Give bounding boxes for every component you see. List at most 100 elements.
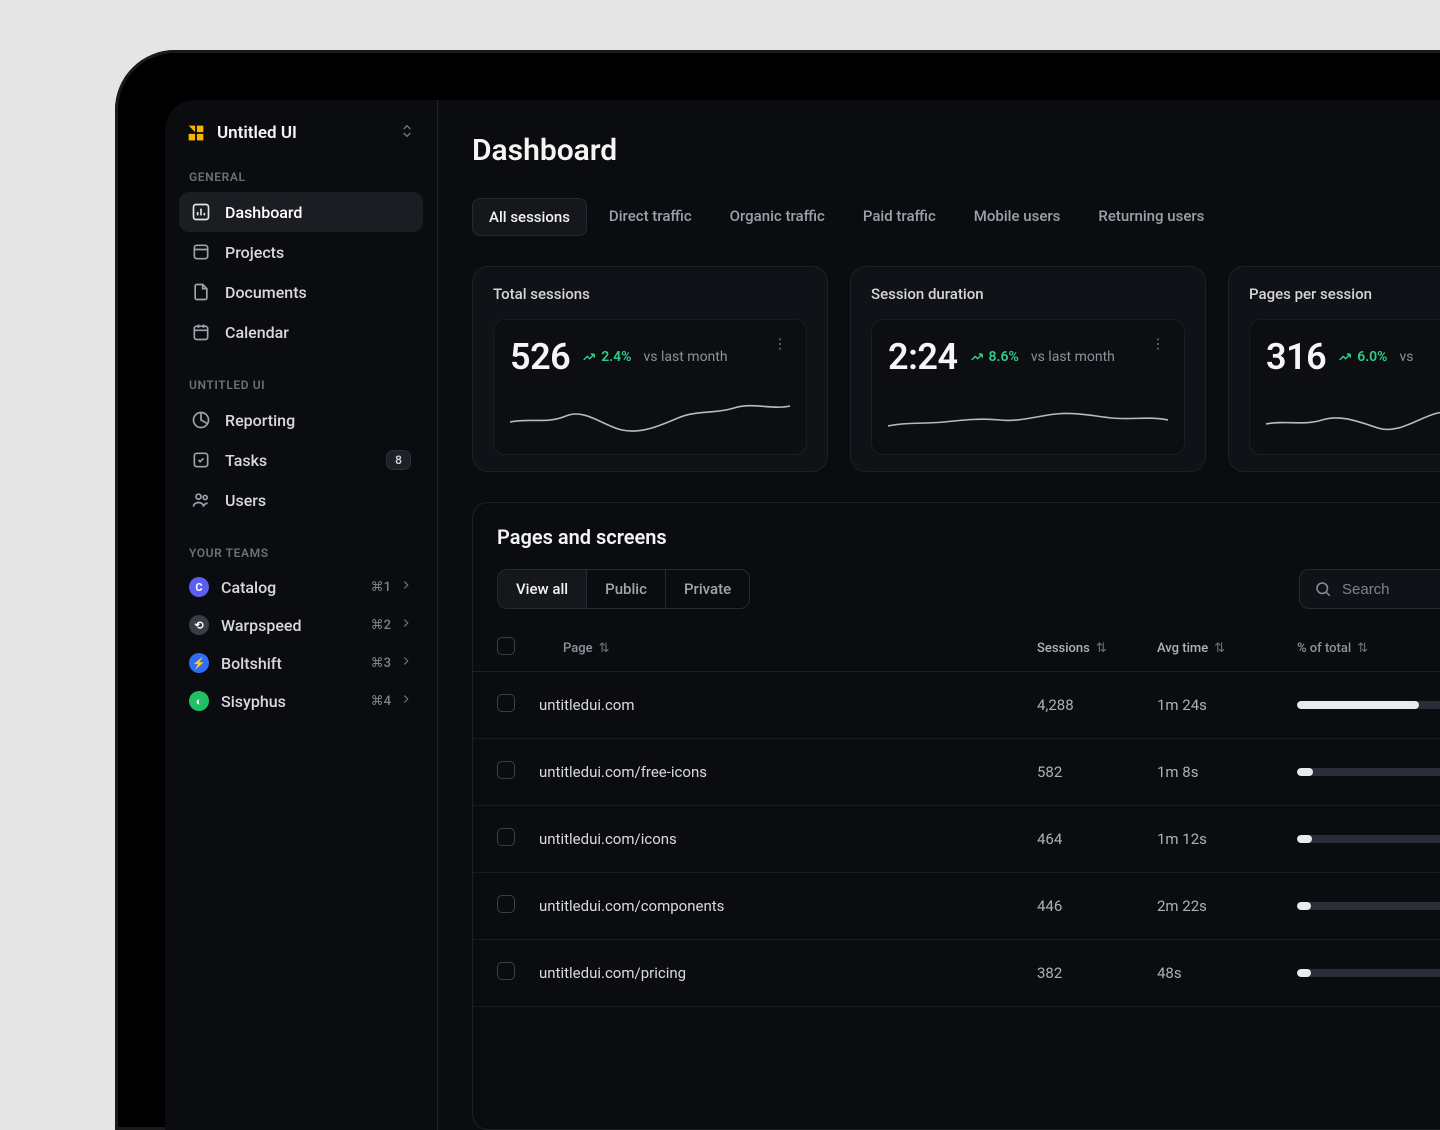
sidebar-item-users[interactable]: Users (179, 480, 423, 520)
avg-time-value: 1m 8s (1133, 739, 1273, 806)
stat-delta: 2.4% (582, 349, 631, 365)
avg-time-value: 48s (1133, 940, 1273, 1007)
pages-table: Page⇅ Sessions⇅ Avg time⇅ % of total⇅ un… (473, 625, 1440, 1007)
card-title: Pages per session (1249, 285, 1440, 303)
sessions-value: 464 (1013, 806, 1133, 873)
session-filter-tabs: All sessionsDirect trafficOrganic traffi… (472, 198, 1440, 236)
filter-view-all[interactable]: View all (498, 570, 587, 608)
team-logo-icon: C (189, 577, 209, 597)
device-frame: Untitled UI GENERAL Dashboard Projects (115, 50, 1440, 1130)
brand[interactable]: Untitled UI (185, 122, 297, 144)
page-title: Dashboard (472, 133, 617, 168)
pct-bar (1297, 835, 1440, 843)
tab-paid-traffic[interactable]: Paid traffic (847, 198, 952, 236)
team-item-boltshift[interactable]: ⚡ Boltshift ⌘3 (179, 644, 423, 682)
card-title: Total sessions (493, 285, 807, 303)
pct-bar (1297, 701, 1440, 709)
filter-private[interactable]: Private (666, 570, 749, 608)
sidebar-item-label: Calendar (225, 323, 289, 342)
column-header-page[interactable]: Page⇅ (539, 625, 1013, 672)
row-checkbox[interactable] (497, 694, 515, 712)
card-menu-icon[interactable] (768, 332, 792, 360)
stat-value: 316 (1266, 336, 1326, 378)
panel-title: Pages and screens (473, 525, 1440, 549)
page-url: untitledui.com (539, 696, 635, 714)
sidebar-item-projects[interactable]: Projects (179, 232, 423, 272)
sparkline-chart (888, 396, 1168, 440)
search-icon (1314, 580, 1332, 598)
sidebar-item-calendar[interactable]: Calendar (179, 312, 423, 352)
sidebar: Untitled UI GENERAL Dashboard Projects (165, 100, 438, 1130)
sidebar-item-tasks[interactable]: Tasks 8 (179, 440, 423, 480)
table-row[interactable]: untitledui.com/pricing 382 48s 7.0% (473, 940, 1440, 1007)
avg-time-value: 1m 12s (1133, 806, 1273, 873)
column-header-pct[interactable]: % of total⇅ (1273, 625, 1440, 672)
sidebar-item-label: Dashboard (225, 203, 302, 222)
row-checkbox[interactable] (497, 895, 515, 913)
tab-direct-traffic[interactable]: Direct traffic (593, 198, 708, 236)
table-row[interactable]: untitledui.com/free-icons 582 1m 8s 8.2% (473, 739, 1440, 806)
page-url: untitledui.com/free-icons (539, 763, 707, 781)
chevron-right-icon (399, 692, 413, 710)
stat-value: 2:24 (888, 336, 958, 378)
row-checkbox[interactable] (497, 761, 515, 779)
select-all-checkbox[interactable] (497, 637, 515, 655)
card-menu-icon[interactable] (1146, 332, 1170, 360)
sidebar-item-reporting[interactable]: Reporting (179, 400, 423, 440)
stat-cards: Total sessions 526 2.4% vs last month Se… (472, 266, 1440, 472)
trend-up-icon (970, 350, 984, 364)
team-label: Catalog (221, 578, 276, 597)
stat-card-pages-per-session: Pages per session 316 6.0% vs (1228, 266, 1440, 472)
filter-public[interactable]: Public (587, 570, 666, 608)
section-label: UNTITLED UI (179, 378, 423, 392)
pct-bar (1297, 902, 1440, 910)
sessions-value: 382 (1013, 940, 1133, 1007)
search-field[interactable] (1299, 569, 1440, 609)
stat-delta: 8.6% (970, 349, 1019, 365)
table-row[interactable]: untitledui.com/components 446 2m 22s 7.2… (473, 873, 1440, 940)
tab-mobile-users[interactable]: Mobile users (958, 198, 1077, 236)
team-item-sisyphus[interactable]: ◐ Sisyphus ⌘4 (179, 682, 423, 720)
sidebar-item-dashboard[interactable]: Dashboard (179, 192, 423, 232)
team-logo-icon: ⟲ (189, 615, 209, 635)
sidebar-item-documents[interactable]: Documents (179, 272, 423, 312)
column-header-sessions[interactable]: Sessions⇅ (1013, 625, 1133, 672)
search-input[interactable] (1342, 581, 1440, 598)
calendar-icon (191, 322, 211, 342)
sidebar-item-label: Tasks (225, 451, 267, 470)
sessions-value: 582 (1013, 739, 1133, 806)
tasks-count-badge: 8 (386, 450, 411, 470)
avg-time-value: 1m 24s (1133, 672, 1273, 739)
chevron-right-icon (399, 654, 413, 672)
avg-time-value: 2m 22s (1133, 873, 1273, 940)
tab-returning-users[interactable]: Returning users (1082, 198, 1220, 236)
sort-icon: ⇅ (599, 641, 610, 656)
card-body: 2:24 8.6% vs last month (871, 319, 1185, 455)
column-header-avg-time[interactable]: Avg time⇅ (1133, 625, 1273, 672)
sort-icon: ⇅ (1214, 641, 1225, 656)
team-label: Boltshift (221, 654, 282, 673)
section-label: YOUR TEAMS (179, 546, 423, 560)
page-url: untitledui.com/components (539, 897, 724, 915)
section-label: GENERAL (179, 170, 423, 184)
layers-icon (191, 242, 211, 262)
tab-organic-traffic[interactable]: Organic traffic (714, 198, 841, 236)
stat-value: 526 (510, 336, 570, 378)
pages-panel: Pages and screens View allPublicPrivate (472, 502, 1440, 1130)
tab-all-sessions[interactable]: All sessions (472, 198, 587, 236)
team-item-catalog[interactable]: C Catalog ⌘1 (179, 568, 423, 606)
trend-up-icon (582, 350, 596, 364)
team-item-warpspeed[interactable]: ⟲ Warpspeed ⌘2 (179, 606, 423, 644)
pct-bar (1297, 768, 1440, 776)
team-shortcut: ⌘3 (371, 654, 413, 672)
visibility-filter: View allPublicPrivate (497, 569, 750, 609)
table-row[interactable]: untitledui.com 4,288 1m 24s 62.4% (473, 672, 1440, 739)
row-checkbox[interactable] (497, 828, 515, 846)
users-icon (191, 490, 211, 510)
sort-icon: ⇅ (1357, 641, 1368, 656)
sort-icon: ⇅ (1096, 641, 1107, 656)
workspace-switcher-icon[interactable] (399, 123, 415, 143)
stat-compare: vs last month (644, 349, 728, 365)
row-checkbox[interactable] (497, 962, 515, 980)
table-row[interactable]: untitledui.com/icons 464 1m 12s 7.6% (473, 806, 1440, 873)
